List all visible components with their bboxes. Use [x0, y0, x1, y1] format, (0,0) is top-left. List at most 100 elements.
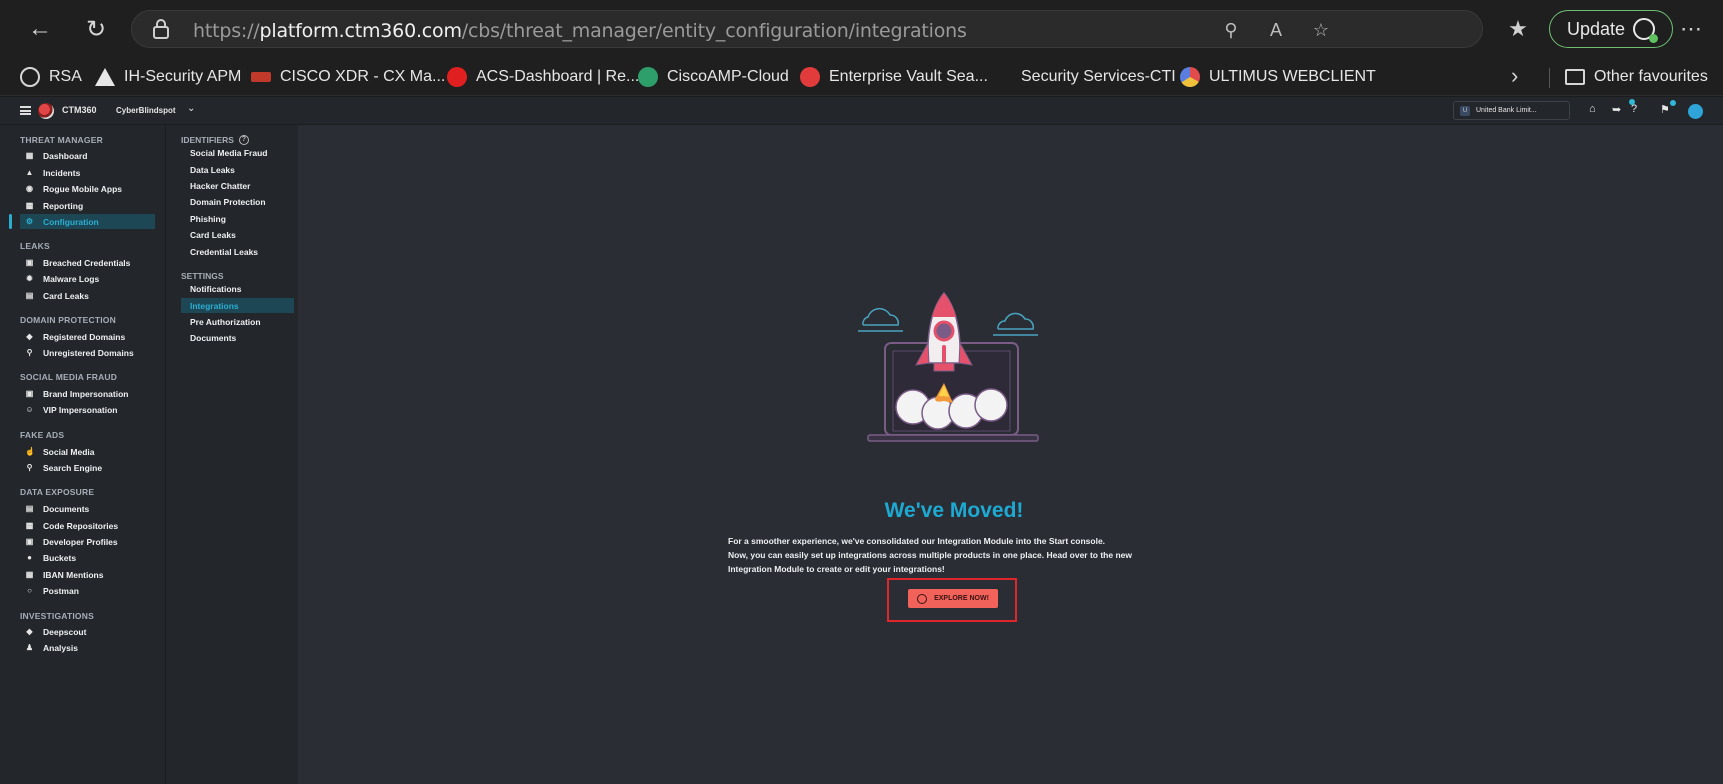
sidebar-item-breached-credentials[interactable]: ▣ Breached Credentials — [20, 255, 156, 270]
org-selector[interactable]: U United Bank Limit... — [1453, 101, 1570, 120]
sidebar-item-label: Postman — [43, 585, 79, 596]
dashboard-icon: ▦ — [25, 151, 34, 160]
bell-icon[interactable]: ⚑ — [1660, 103, 1670, 116]
update-label: Update — [1567, 18, 1626, 39]
sidebar-item-label: Search Engine — [43, 462, 103, 473]
sidebar-item-brand-impersonation[interactable]: ▣ Brand Impersonation — [20, 386, 156, 401]
subnav-item-domain-protection[interactable]: Domain Protection — [181, 194, 294, 209]
bookmark-cisco-xdr[interactable]: CISCO XDR - CX Ma... — [251, 63, 445, 91]
sidebar-item-buckets[interactable]: ● Buckets — [20, 550, 156, 565]
chevron-right-icon[interactable]: › — [1511, 63, 1518, 89]
explore-now-button[interactable]: EXPLORE NOW! — [908, 589, 998, 608]
sidebar-item-malware-logs[interactable]: ✹ Malware Logs — [20, 271, 156, 286]
bookmark-rsa[interactable]: RSA — [20, 63, 82, 91]
subnav-item-phishing[interactable]: Phishing — [181, 211, 294, 226]
bookmark-enterprise-vault[interactable]: Enterprise Vault Sea... — [800, 63, 988, 91]
sidebar-item-developer-profiles[interactable]: ▣ Developer Profiles — [20, 534, 156, 549]
hamburger-menu-icon[interactable] — [20, 106, 31, 115]
report-icon: ▩ — [25, 201, 34, 210]
bookmark-ih-security[interactable]: IH-Security APM — [95, 63, 241, 91]
back-arrow-icon[interactable]: ← — [20, 9, 60, 49]
read-aloud-icon[interactable]: A — [1263, 18, 1289, 44]
sidebar-item-analysis[interactable]: ♟ Analysis — [20, 640, 156, 655]
notification-dot — [1670, 100, 1676, 106]
section-title-investigations: INVESTIGATIONS — [20, 611, 94, 621]
sidebar-item-vip-impersonation[interactable]: ☺ VIP Impersonation — [20, 402, 156, 417]
more-menu-icon[interactable]: ⋯ — [1673, 11, 1709, 47]
person-icon: ♟ — [25, 643, 34, 652]
other-favourites[interactable]: Other favourites — [1565, 63, 1708, 91]
ultimus-icon — [1180, 67, 1200, 87]
sidebar-item-label: Dashboard — [43, 150, 88, 161]
main-content: We've Moved! For a smoother experience, … — [298, 125, 1723, 784]
bookmarks-bar: RSA IH-Security APM CISCO XDR - CX Ma...… — [0, 58, 1723, 96]
bookmark-ciscoamp[interactable]: CiscoAMP-Cloud — [638, 63, 789, 91]
profile-icon: ▣ — [25, 537, 34, 546]
sidebar-item-registered-domains[interactable]: ◆ Registered Domains — [20, 329, 156, 344]
bookmark-ultimus[interactable]: ULTIMUS WEBCLIENT — [1180, 63, 1376, 91]
workspace-selector[interactable]: CyberBlindspot — [116, 106, 176, 115]
home-icon[interactable]: ⌂ — [1589, 103, 1596, 115]
sidebar-item-label: Documents — [43, 503, 90, 514]
gear-icon: ⚙ — [25, 217, 34, 226]
address-bar[interactable]: https://platform.ctm360.com/cbs/threat_m… — [131, 10, 1483, 48]
sidebar-item-rogue-mobile-apps[interactable]: ◉ Rogue Mobile Apps — [20, 181, 156, 196]
avatar[interactable] — [1688, 104, 1703, 119]
bookmark-label: IH-Security APM — [124, 68, 242, 85]
card-icon: ▤ — [25, 291, 34, 300]
section-title-threat-manager: THREAT MANAGER — [20, 135, 103, 145]
lock-icon[interactable] — [152, 19, 174, 41]
sidebar-item-social-media[interactable]: ☝ Social Media — [20, 444, 156, 459]
sidebar-item-iban-mentions[interactable]: ▦ IBAN Mentions — [20, 567, 156, 582]
sidebar-item-reporting[interactable]: ▩ Reporting — [20, 198, 156, 213]
sidebar-item-documents[interactable]: ▤ Documents — [20, 501, 156, 516]
help-circle-icon[interactable]: ? — [238, 135, 249, 145]
sidebar-item-incidents[interactable]: ▲ Incidents — [20, 165, 156, 180]
sidebar-item-postman[interactable]: ○ Postman — [20, 583, 156, 598]
sidebar-item-dashboard[interactable]: ▦ Dashboard — [20, 148, 156, 163]
bookmark-acs-dashboard[interactable]: ACS-Dashboard | Re... — [447, 63, 639, 91]
identifiers-title: IDENTIFIERS ? — [181, 135, 249, 145]
bookmark-security-services[interactable]: Security Services-CTI — [1021, 63, 1176, 91]
announcement-icon[interactable]: ➥ — [1612, 103, 1621, 116]
org-icon: U — [1460, 105, 1470, 116]
sidebar-item-unregistered-domains[interactable]: ⚲ Unregistered Domains — [20, 345, 156, 360]
reload-icon[interactable]: ↻ — [76, 9, 116, 49]
update-button[interactable]: Update — [1549, 10, 1673, 48]
favorites-icon[interactable]: ★ — [1500, 11, 1536, 47]
section-title-domain-protection: DOMAIN PROTECTION — [20, 315, 116, 325]
rocket-launch-illustration — [858, 291, 1039, 442]
sidebar-item-card-leaks[interactable]: ▤ Card Leaks — [20, 288, 156, 303]
subnav-item-pre-authorization[interactable]: Pre Authorization — [181, 314, 294, 329]
subnav-item-hacker-chatter[interactable]: Hacker Chatter — [181, 178, 294, 193]
sidebar-item-code-repositories[interactable]: ▩ Code Repositories — [20, 518, 156, 533]
subnav-item-credential-leaks[interactable]: Credential Leaks — [181, 244, 294, 259]
moved-message: For a smoother experience, we've consoli… — [728, 534, 1198, 576]
settings-title: SETTINGS — [181, 271, 224, 281]
sidebar-item-search-engine[interactable]: ⚲ Search Engine — [20, 460, 156, 475]
chevron-down-icon[interactable]: ⌄ — [187, 103, 195, 114]
sidebar-item-label: Incidents — [43, 167, 81, 178]
sidebar-item-configuration[interactable]: ⚙ Configuration — [20, 214, 155, 229]
search-user-icon: ⚲ — [26, 463, 33, 472]
shield-icon: ◆ — [26, 627, 33, 636]
subnav-item-card-leaks[interactable]: Card Leaks — [181, 227, 294, 242]
sidebar-item-label: Reporting — [43, 200, 84, 211]
subnav-item-notifications[interactable]: Notifications — [181, 281, 294, 296]
favorite-star-icon[interactable]: ☆ — [1308, 18, 1334, 44]
subnav-item-data-leaks[interactable]: Data Leaks — [181, 162, 294, 177]
code-icon: ▩ — [25, 521, 34, 530]
subnav-item-integrations[interactable]: Integrations — [181, 298, 294, 313]
sidebar-item-label: Malware Logs — [43, 273, 100, 284]
thumbs-up-icon: ☝ — [25, 447, 35, 456]
sidebar-item-label: Developer Profiles — [43, 536, 118, 547]
url-text[interactable]: https://platform.ctm360.com/cbs/threat_m… — [193, 20, 967, 42]
sidebar-item-label: Rogue Mobile Apps — [43, 183, 123, 194]
sidebar-item-deepscout[interactable]: ◆ Deepscout — [20, 624, 156, 639]
subnav-item-social-media-fraud[interactable]: Social Media Fraud — [181, 145, 294, 160]
zoom-out-icon[interactable]: ⚲ — [1218, 18, 1244, 44]
url-host: platform.ctm360.com — [259, 20, 462, 42]
postman-icon: ○ — [27, 586, 32, 595]
subnav-item-documents[interactable]: Documents — [181, 330, 294, 345]
vault-icon — [800, 67, 820, 87]
